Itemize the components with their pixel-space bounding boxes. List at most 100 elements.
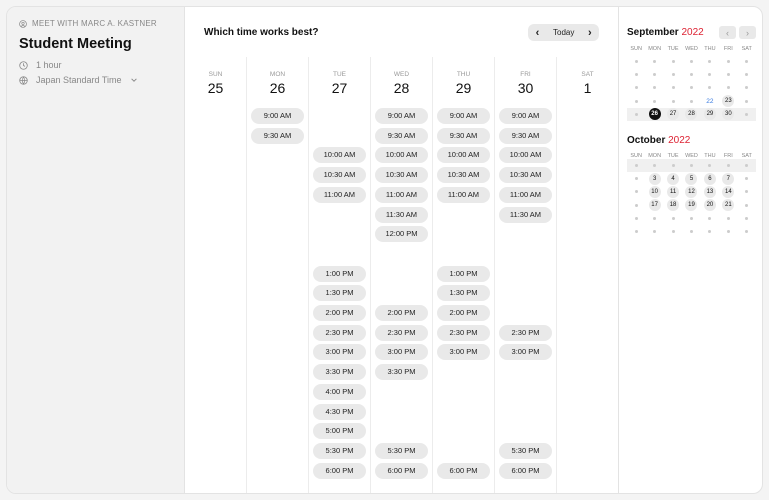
time-slot-button[interactable]: 11:30 AM [375, 206, 428, 223]
calendar-day[interactable]: 5 [682, 172, 700, 185]
time-slot-button[interactable]: 9:30 AM [437, 127, 490, 144]
available-day[interactable]: 19 [685, 199, 698, 212]
time-slot-button[interactable]: 9:00 AM [499, 108, 552, 124]
calendar-day[interactable]: 12 [682, 185, 700, 198]
calendar-day[interactable]: 11 [664, 185, 682, 198]
time-slot-button[interactable]: 3:00 PM [499, 344, 552, 361]
available-day[interactable]: 20 [703, 199, 716, 212]
calendar-day[interactable]: 29 [700, 107, 720, 121]
time-slot-button[interactable]: 1:30 PM [313, 285, 366, 302]
time-slot-button[interactable]: 9:30 AM [375, 127, 428, 144]
time-slot-button[interactable]: 1:30 PM [437, 285, 490, 302]
calendar-day[interactable]: 14 [719, 185, 737, 198]
time-slot-button[interactable]: 11:00 AM [437, 186, 490, 203]
time-slot-button[interactable]: 9:00 AM [251, 108, 304, 124]
calendar-day[interactable]: 4 [664, 172, 682, 185]
time-slot-button[interactable]: 5:30 PM [313, 442, 366, 459]
time-slot-button[interactable]: 2:00 PM [437, 305, 490, 321]
calendar-day[interactable]: 19 [682, 199, 700, 212]
timezone-selector[interactable]: Japan Standard Time [19, 75, 172, 85]
time-slot-button[interactable]: 4:00 PM [313, 383, 366, 400]
time-slot-button[interactable]: 11:00 AM [499, 186, 552, 203]
time-slot-button[interactable]: 10:00 AM [499, 147, 552, 164]
time-slot-button[interactable]: 2:00 PM [375, 305, 428, 321]
time-slot-button[interactable]: 2:00 PM [313, 305, 366, 321]
calendar-day[interactable]: 23 [719, 95, 737, 108]
previous-month-button[interactable]: ‹ [719, 26, 736, 39]
available-day[interactable]: 4 [667, 172, 680, 185]
calendar-day[interactable]: 3 [645, 172, 663, 185]
time-slot-button[interactable]: 3:30 PM [313, 364, 366, 381]
time-slot-button[interactable]: 10:30 AM [375, 167, 428, 184]
time-slot-button[interactable]: 5:30 PM [499, 442, 552, 459]
time-slot-button[interactable]: 10:30 AM [499, 167, 552, 184]
time-slot-button[interactable]: 2:30 PM [437, 324, 490, 341]
available-day[interactable]: 5 [685, 172, 698, 185]
available-day[interactable]: 23 [722, 95, 735, 108]
time-slot-button[interactable]: 9:00 AM [375, 108, 428, 124]
available-day[interactable]: 29 [703, 108, 716, 121]
calendar-day[interactable]: 17 [645, 199, 663, 212]
calendar-day[interactable]: 20 [701, 199, 719, 212]
today-button[interactable]: Today [547, 28, 580, 37]
available-day[interactable]: 26 [648, 108, 661, 121]
available-day[interactable]: 27 [667, 108, 680, 121]
available-day[interactable]: 11 [667, 185, 680, 198]
time-slot-button[interactable]: 10:30 AM [313, 167, 366, 184]
time-slot-button[interactable]: 2:30 PM [499, 324, 552, 341]
time-slot-button[interactable]: 3:00 PM [313, 344, 366, 361]
time-slot-button[interactable]: 2:30 PM [313, 324, 366, 341]
time-slot-button[interactable]: 1:00 PM [313, 265, 366, 282]
calendar-day[interactable]: 22 [701, 95, 719, 108]
time-slot-button[interactable]: 3:00 PM [437, 344, 490, 361]
calendar-day[interactable]: 28 [682, 107, 701, 121]
available-day[interactable]: 21 [722, 199, 735, 212]
available-day[interactable]: 17 [648, 199, 661, 212]
calendar-day[interactable]: 10 [645, 185, 663, 198]
calendar-day[interactable]: 7 [719, 172, 737, 185]
time-slot-button[interactable]: 10:00 AM [313, 147, 366, 164]
available-day[interactable]: 14 [722, 185, 735, 198]
calendar-day[interactable]: 27 [663, 107, 683, 121]
available-day[interactable]: 12 [685, 185, 698, 198]
time-slot-button[interactable]: 3:00 PM [375, 344, 428, 361]
time-slot-button[interactable]: 3:30 PM [375, 364, 428, 381]
calendar-day[interactable]: 13 [701, 185, 719, 198]
time-slot-button[interactable]: 6:00 PM [499, 462, 552, 479]
calendar-day[interactable]: 30 [719, 107, 738, 121]
time-slot-button[interactable]: 11:00 AM [313, 186, 366, 203]
available-day[interactable]: 28 [685, 108, 698, 121]
available-day[interactable]: 6 [703, 172, 716, 185]
time-slot-button[interactable]: 6:00 PM [375, 462, 428, 479]
available-day[interactable]: 7 [722, 172, 735, 185]
time-slot-button[interactable]: 6:00 PM [437, 462, 490, 479]
time-slot-button[interactable]: 9:00 AM [437, 108, 490, 124]
time-slot-button[interactable]: 10:00 AM [437, 147, 490, 164]
available-day[interactable]: 30 [722, 108, 735, 121]
time-slot-button[interactable]: 9:30 AM [251, 127, 304, 144]
time-slot-button[interactable]: 11:30 AM [499, 206, 552, 223]
time-slot-button[interactable]: 5:00 PM [313, 423, 366, 440]
available-day[interactable]: 13 [703, 185, 716, 198]
time-slot-button[interactable]: 6:00 PM [313, 462, 366, 479]
time-slot-button[interactable]: 10:00 AM [375, 147, 428, 164]
available-day[interactable]: 18 [667, 199, 680, 212]
time-slot-button[interactable]: 10:30 AM [437, 167, 490, 184]
time-slot-button[interactable]: 12:00 PM [375, 226, 428, 243]
calendar-day[interactable]: 21 [719, 199, 737, 212]
time-slot-button[interactable]: 9:30 AM [499, 127, 552, 144]
time-slot-button[interactable]: 2:30 PM [375, 324, 428, 341]
calendar-day[interactable]: 26 [645, 107, 664, 121]
time-slot-button[interactable]: 1:00 PM [437, 265, 490, 282]
calendar-empty-cell [645, 212, 663, 225]
next-month-button[interactable]: › [739, 26, 756, 39]
calendar-day[interactable]: 18 [664, 199, 682, 212]
available-day[interactable]: 3 [648, 172, 661, 185]
previous-week-button[interactable]: ‹ [528, 24, 547, 41]
available-day[interactable]: 10 [648, 185, 661, 198]
time-slot-button[interactable]: 4:30 PM [313, 403, 366, 420]
next-week-button[interactable]: › [580, 24, 599, 41]
time-slot-button[interactable]: 11:00 AM [375, 186, 428, 203]
time-slot-button[interactable]: 5:30 PM [375, 442, 428, 459]
calendar-day[interactable]: 6 [701, 172, 719, 185]
